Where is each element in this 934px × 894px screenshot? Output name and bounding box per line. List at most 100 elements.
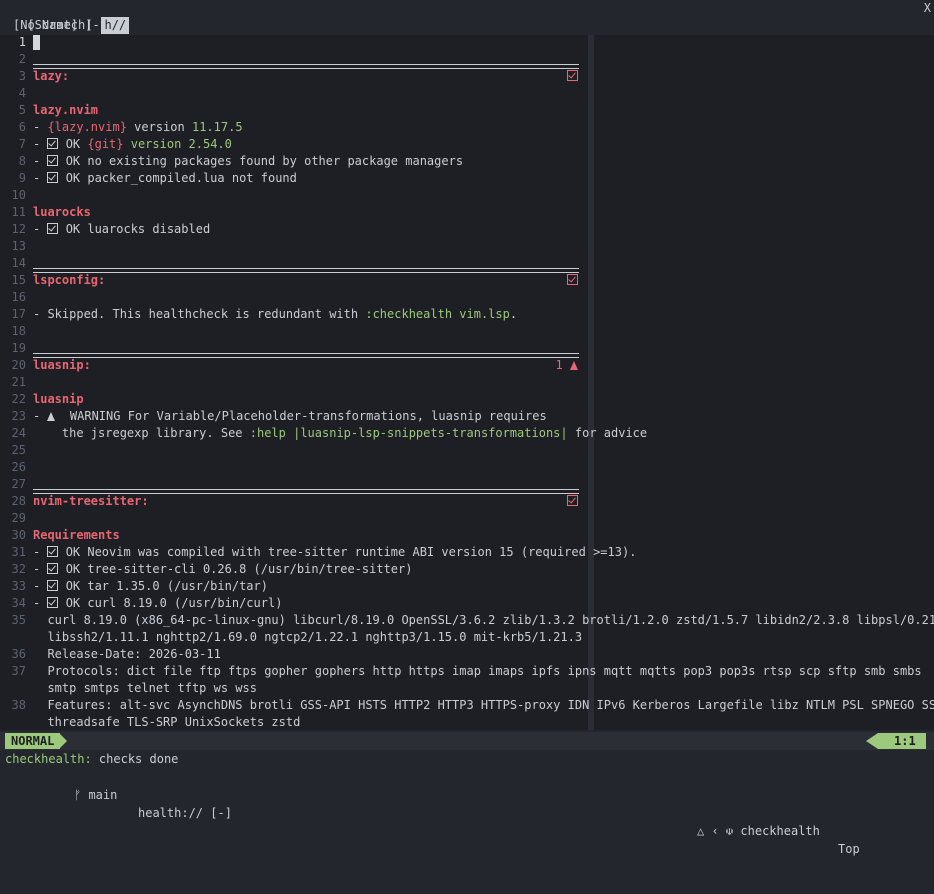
line-number: 17 [11,307,26,321]
window-title: [No Name] [-] [13,18,107,32]
line-number: 10 [11,188,26,202]
mode-separator [59,733,67,749]
subsection-heading: Requirements [33,528,120,542]
buffer-line: lazy.nvim [33,103,98,117]
line-number: 37 [11,664,26,678]
checkmark-icon [47,155,59,166]
file-name: health:// [-] [138,806,232,820]
text-segment: {lazy.nvim} [47,120,127,134]
warning-triangle-icon: △ [697,824,705,838]
buffer-line: Requirements [33,528,120,542]
line-number: 25 [11,443,26,457]
line-number: 24 [11,426,26,440]
checkmark-icon [47,563,59,574]
buffer-line: luasnip: [33,358,91,372]
line-number: 9 [18,171,26,185]
text-segment: WARNING For Variable/Placeholder-transfo… [69,409,547,423]
scroll-position: Top [838,842,860,856]
cmdline-message: checks done [91,752,179,766]
warning-icon [570,361,578,370]
section-title: nvim-treesitter: [33,494,149,508]
buffer-line: - OK curl 8.19.0 (/usr/bin/curl) [33,596,283,610]
buffer-line: libssh2/1.11.1 nghttp2/1.69.0 ngtcp2/1.2… [33,630,582,644]
buffer-line: - OK no existing packages found by other… [33,154,464,168]
buffer-line: - OK luarocks disabled [33,222,211,236]
checkmark-icon [47,172,59,183]
line-number: 12 [11,222,26,236]
close-tab-button[interactable]: X [924,0,931,17]
text-segment: version 2.54.0 [123,137,232,151]
checkbox-icon [548,494,578,508]
buffer-line: luarocks [33,205,91,219]
buffer-line: - OK Neovim was compiled with tree-sitte… [33,545,637,559]
text-segment: Protocols: dict file ftp ftps gopher gop… [33,664,922,678]
warning-count-badge: 1 [548,358,578,372]
buffer-line: - Skipped. This healthcheck is redundant… [33,307,517,321]
text-segment: OK packer_compiled.lua not found [65,171,297,185]
buffer-line: luasnip [33,392,84,406]
text-segment: - Skipped. This healthcheck is redundant… [33,307,366,321]
git-branch: ᚠ main [74,786,117,804]
checkbox-icon [548,273,578,287]
text-segment: 11.17.5 [191,120,243,134]
line-number: 23 [11,409,26,423]
line-number: 26 [11,460,26,474]
section-title: lspconfig: [33,273,106,287]
line-number: 20 [11,358,26,372]
text-cursor [33,35,40,50]
command-line[interactable]: checkhealth: checks done [5,751,178,768]
line-number: 38 [11,698,26,712]
window-title-bar: [No Name] [-] [0,17,934,34]
line-number: 32 [11,562,26,576]
filetype-label: checkhealth [740,824,820,838]
subsection-heading: lazy.nvim [33,103,99,117]
line-number: 6 [18,120,26,134]
line-number: 1 [18,35,26,49]
buffer-line [33,35,40,50]
buffer-line: nvim-treesitter: [33,494,149,508]
text-segment: Features: alt-svc AsynchDNS brotli GSS-A… [33,698,934,712]
buffer-line: the jsregexp library. See :help |luasnip… [33,426,647,440]
text-segment: libssh2/1.11.1 nghttp2/1.69.0 ngtcp2/1.2… [33,630,583,644]
checkmark-icon [47,223,59,234]
text-segment: OK [65,137,88,151]
buffer-line: Features: alt-svc AsynchDNS brotli GSS-A… [33,698,934,712]
checkbox-icon [548,69,578,83]
line-number: 31 [11,545,26,559]
text-segment: OK tree-sitter-cli 0.26.8 (/usr/bin/tree… [65,562,413,576]
text-segment: {git} [87,137,124,151]
checkmark-icon [47,546,59,557]
checkmark-icon [567,70,578,81]
line-number: 21 [11,375,26,389]
text-segment: . [509,307,518,321]
line-number: 8 [18,154,26,168]
line-number: 18 [11,324,26,338]
text-segment: OK curl 8.19.0 (/usr/bin/curl) [65,596,283,610]
section-divider [33,353,579,358]
checkmark-icon [47,580,59,591]
buffer-line: Protocols: dict file ftp ftps gopher gop… [33,664,922,678]
section-divider [33,64,579,69]
line-number: 34 [11,596,26,610]
section-title: luasnip: [33,358,91,372]
checkmark-icon [47,597,59,608]
statusline: NORMAL ᚠ main health:// [-] △ ‹ ☫ checkh… [0,732,934,856]
subsection-heading: luasnip [33,392,84,406]
buffer-line: lspconfig: [33,273,105,287]
buffer-line: Release-Date: 2026-03-11 [33,647,221,661]
line-number: 30 [11,528,26,542]
line-number: 2 [18,52,26,66]
mode-indicator: NORMAL [5,733,61,749]
editor-buffer[interactable]: 1 2 3 lazy: 4 5 lazy.nvim 6- {lazy.nvim} versio… [0,35,934,730]
text-segment: Release-Date: 2026-03-11 [33,647,221,661]
buffer-line: smtp smtps telnet tftp ws wss [33,681,257,695]
line-number: 16 [11,290,26,304]
section-title: lazy: [33,69,70,83]
line-number: 5 [18,103,26,117]
text-segment: for advice [567,426,648,440]
position-separator [866,733,878,749]
buffer-line: - OK {git} version 2.54.0 [33,137,232,151]
cursor-position: 1:1 [878,733,926,749]
buffer-line: - OK tree-sitter-cli 0.26.8 (/usr/bin/tr… [33,562,413,576]
text-segment: OK luarocks disabled [65,222,211,236]
